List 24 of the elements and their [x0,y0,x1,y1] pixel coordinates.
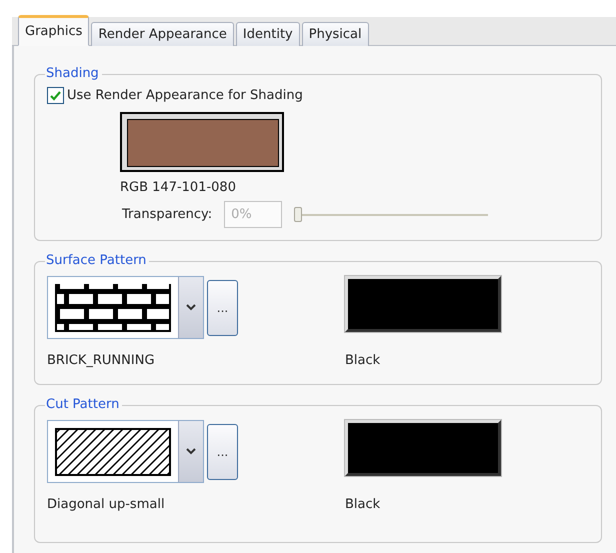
pattern-name: BRICK_RUNNING [47,353,156,368]
pattern-name: Diagonal up-small [47,497,166,512]
tab[interactable]: Identity [236,22,300,46]
color-swatch[interactable] [120,112,284,172]
browse-button[interactable]: ... [207,424,238,480]
transparency-label: Transparency: [122,207,212,222]
checkbox[interactable] [47,87,64,104]
pattern-dropdown[interactable] [47,276,204,339]
color-label: Black [345,353,382,368]
chevron-down-icon [186,448,196,455]
checkbox-label: Use Render Appearance for Shading [67,88,303,103]
tab[interactable]: Graphics [18,15,90,46]
pattern-dropdown[interactable] [47,420,204,483]
color-label: Black [345,497,382,512]
brick-pattern-icon [55,284,171,332]
group-title: Shading [45,66,102,82]
slider-thumb[interactable] [294,206,302,222]
tab[interactable]: Physical [302,22,369,46]
check-icon [50,90,61,100]
tab[interactable]: Render Appearance [91,22,234,46]
color-label: RGB 147-101-080 [120,180,237,195]
diagonal-hatch-icon [55,428,171,476]
chevron-down-icon [186,304,196,311]
browse-button[interactable]: ... [207,280,238,336]
